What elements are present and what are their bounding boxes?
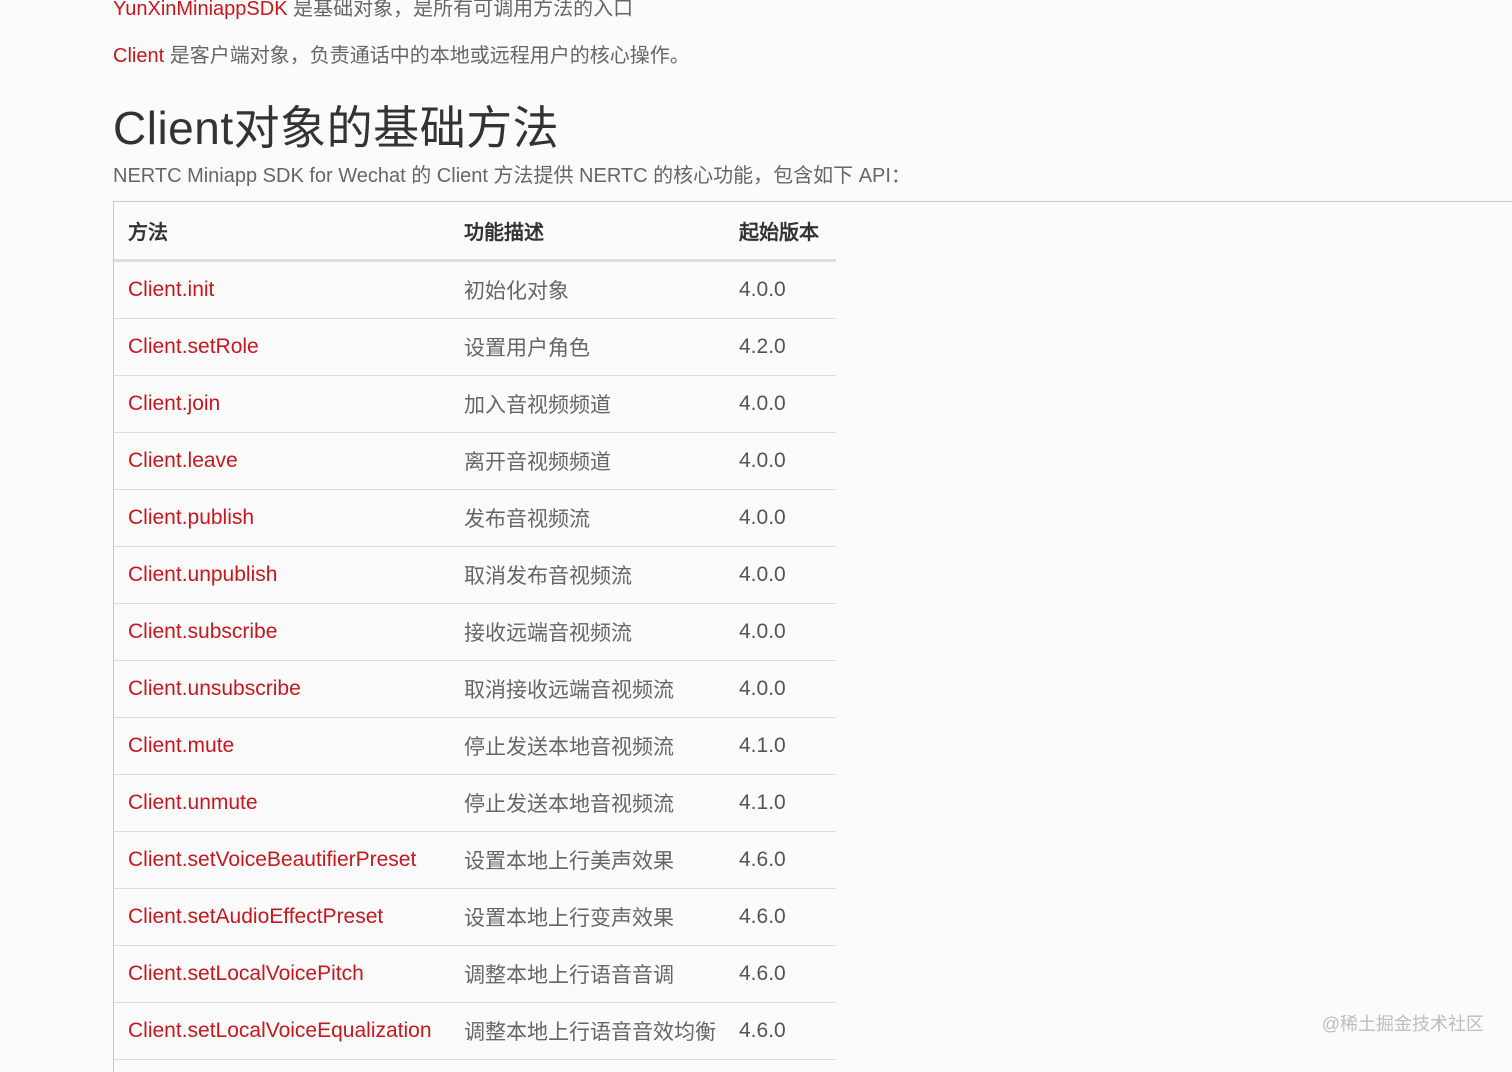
method-version: 4.0.0 xyxy=(725,660,836,718)
method-version: 4.0.0 xyxy=(725,603,836,661)
api-table: 方法 功能描述 起始版本 Client.init 初始化对象 4.0.0 Client… xyxy=(114,202,836,1060)
sdk-intro-line: YunXinMiniappSDK 是基础对象，是所有可调用方法的入口 xyxy=(113,0,633,21)
client-intro-line: Client 是客户端对象，负责通话中的本地或远程用户的核心操作。 xyxy=(113,39,690,68)
sdk-desc: 是基础对象，是所有可调用方法的入口 xyxy=(287,0,634,20)
table-row: Client.setLocalVoicePitch 调整本地上行语音音调 4.6.0 xyxy=(114,945,836,1003)
section-description: NERTC Miniapp SDK for Wechat 的 Client 方法… xyxy=(113,165,911,187)
method-link[interactable]: Client.mute xyxy=(114,717,450,775)
method-link[interactable]: Client.init xyxy=(114,260,450,319)
watermark: @稀土掘金技术社区 xyxy=(1321,1014,1484,1034)
table-row: Client.leave 离开音视频频道 4.0.0 xyxy=(114,432,836,490)
method-description: 取消接收远端音视频流 xyxy=(450,660,725,718)
method-version: 4.6.0 xyxy=(725,888,836,946)
method-version: 4.0.0 xyxy=(725,432,836,490)
method-description: 调整本地上行语音音调 xyxy=(450,945,725,1003)
method-link[interactable]: Client.unsubscribe xyxy=(114,660,450,718)
table-row: Client.join 加入音视频频道 4.0.0 xyxy=(114,375,836,433)
header-description: 功能描述 xyxy=(450,202,725,262)
method-version: 4.0.0 xyxy=(725,546,836,604)
method-description: 离开音视频频道 xyxy=(450,432,725,490)
method-link[interactable]: Client.publish xyxy=(114,489,450,547)
method-description: 设置本地上行变声效果 xyxy=(450,888,725,946)
method-version: 4.1.0 xyxy=(725,717,836,775)
method-version: 4.6.0 xyxy=(725,945,836,1003)
method-version: 4.0.0 xyxy=(725,260,836,319)
method-version: 4.6.0 xyxy=(725,1002,836,1060)
table-row: Client.unsubscribe 取消接收远端音视频流 4.0.0 xyxy=(114,660,836,718)
section-heading: Client对象的基础方法 xyxy=(113,102,560,154)
table-row: Client.subscribe 接收远端音视频流 4.0.0 xyxy=(114,603,836,661)
method-link[interactable]: Client.join xyxy=(114,375,450,433)
method-link[interactable]: Client.leave xyxy=(114,432,450,490)
client-desc: 是客户端对象，负责通话中的本地或远程用户的核心操作。 xyxy=(164,45,690,67)
method-description: 加入音视频频道 xyxy=(450,375,725,433)
table-header-row: 方法 功能描述 起始版本 xyxy=(114,202,836,262)
table-row: Client.publish 发布音视频流 4.0.0 xyxy=(114,489,836,547)
method-description: 停止发送本地音视频流 xyxy=(450,717,725,775)
method-link[interactable]: Client.unmute xyxy=(114,774,450,832)
method-description: 调整本地上行语音音效均衡 xyxy=(450,1002,725,1060)
method-description: 初始化对象 xyxy=(450,260,725,319)
method-version: 4.6.0 xyxy=(725,831,836,889)
method-link[interactable]: Client.setAudioEffectPreset xyxy=(114,888,450,946)
method-description: 停止发送本地音视频流 xyxy=(450,774,725,832)
method-link[interactable]: Client.setVoiceBeautifierPreset xyxy=(114,831,450,889)
method-version: 4.2.0 xyxy=(725,318,836,376)
table-row: Client.setVoiceBeautifierPreset 设置本地上行美声效… xyxy=(114,831,836,889)
table-row: Client.init 初始化对象 4.0.0 xyxy=(114,260,836,319)
method-version: 4.0.0 xyxy=(725,489,836,547)
method-link[interactable]: Client.setLocalVoicePitch xyxy=(114,945,450,1003)
method-link[interactable]: Client.setLocalVoiceEqualization xyxy=(114,1002,450,1060)
table-row: Client.unpublish 取消发布音视频流 4.0.0 xyxy=(114,546,836,604)
method-description: 设置本地上行美声效果 xyxy=(450,831,725,889)
table-row: Client.setRole 设置用户角色 4.2.0 xyxy=(114,318,836,376)
method-description: 发布音视频流 xyxy=(450,489,725,547)
api-table-container: 方法 功能描述 起始版本 Client.init 初始化对象 4.0.0 Client… xyxy=(113,201,1512,1072)
table-row: Client.setLocalVoiceEqualization 调整本地上行语音… xyxy=(114,1002,836,1060)
method-version: 4.0.0 xyxy=(725,375,836,433)
client-link[interactable]: Client xyxy=(113,45,164,67)
method-link[interactable]: Client.subscribe xyxy=(114,603,450,661)
table-row: Client.unmute 停止发送本地音视频流 4.1.0 xyxy=(114,774,836,832)
method-link[interactable]: Client.setRole xyxy=(114,318,450,376)
method-link[interactable]: Client.unpublish xyxy=(114,546,450,604)
method-version: 4.1.0 xyxy=(725,774,836,832)
table-row: Client.setAudioEffectPreset 设置本地上行变声效果 4.6… xyxy=(114,888,836,946)
header-version: 起始版本 xyxy=(725,202,836,262)
method-description: 接收远端音视频流 xyxy=(450,603,725,661)
method-description: 设置用户角色 xyxy=(450,318,725,376)
header-method: 方法 xyxy=(114,202,450,262)
method-description: 取消发布音视频流 xyxy=(450,546,725,604)
sdk-link[interactable]: YunXinMiniappSDK xyxy=(113,0,288,20)
table-row: Client.mute 停止发送本地音视频流 4.1.0 xyxy=(114,717,836,775)
